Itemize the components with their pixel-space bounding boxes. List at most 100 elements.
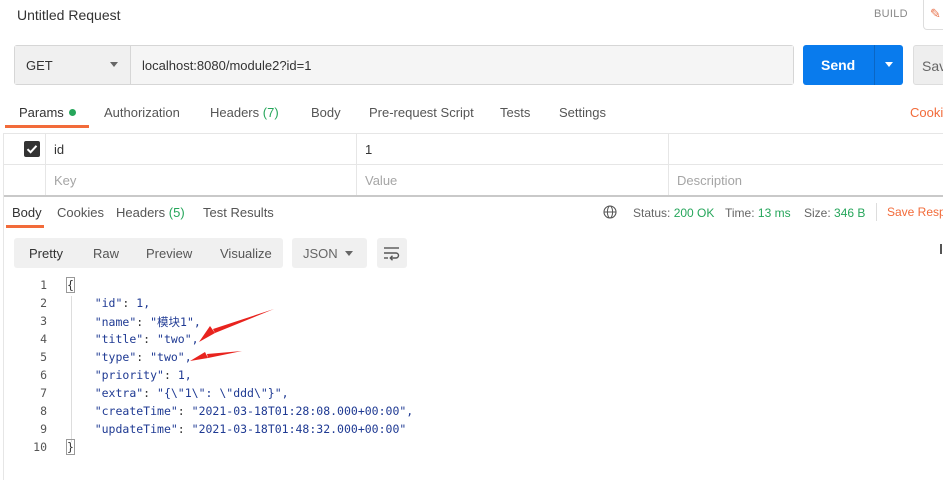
new-param-description-cell[interactable]: Description: [668, 165, 943, 196]
tab-tests-label: Tests: [500, 105, 531, 120]
size-label: Size:: [804, 206, 831, 220]
param-key: id: [54, 142, 65, 157]
value-placeholder: Value: [365, 173, 398, 188]
param-description-cell[interactable]: [668, 134, 943, 165]
resp-tab-test-results[interactable]: Test Results: [203, 205, 274, 220]
time-label: Time:: [725, 206, 755, 220]
scrollbar[interactable]: [940, 244, 942, 254]
edit-button[interactable]: ✎: [923, 0, 943, 30]
globe-icon[interactable]: [603, 205, 617, 219]
save-label: Save: [922, 58, 943, 74]
resp-tab-test-results-label: Test Results: [203, 205, 274, 220]
tab-params[interactable]: Params: [19, 105, 76, 120]
status-label: Status:: [633, 206, 671, 220]
table-row: Key Value Description: [4, 165, 943, 196]
resp-tab-body[interactable]: Body: [12, 205, 42, 220]
code-text: "name": "模块1",: [94, 315, 201, 329]
tab-settings[interactable]: Settings: [559, 105, 606, 120]
response-tabs: Body Cookies Headers (5) Test Results St…: [0, 199, 943, 228]
response-divider[interactable]: [4, 195, 943, 197]
tab-tests[interactable]: Tests: [500, 105, 530, 120]
size-readout: Size: 346 B: [804, 206, 865, 220]
params-table: id 1 Key Value Description: [4, 133, 943, 196]
code-line: 9 "updateTime": "2021-03-18T01:48:32.000…: [14, 422, 914, 440]
wrap-lines-icon: [384, 247, 400, 261]
send-label: Send: [821, 57, 856, 73]
code-text: "title": "two",: [94, 332, 199, 346]
tab-headers[interactable]: Headers (7): [210, 105, 279, 120]
save-button[interactable]: Save: [913, 45, 943, 85]
resp-tab-cookies-label: Cookies: [57, 205, 104, 220]
build-button[interactable]: BUILD: [874, 8, 908, 20]
tab-body[interactable]: Body: [311, 105, 341, 120]
resp-tab-headers[interactable]: Headers (5): [116, 205, 185, 220]
code-line: 5 "type": "two",: [14, 350, 914, 368]
param-value-cell[interactable]: 1: [356, 134, 668, 165]
line-number: 3: [40, 314, 47, 328]
time-value[interactable]: 13 ms: [758, 206, 791, 220]
code-line: 8 "createTime": "2021-03-18T01:28:08.000…: [14, 404, 914, 422]
tab-params-label: Params: [19, 105, 64, 120]
active-tab-underline: [5, 125, 89, 128]
url-input[interactable]: localhost:8080/module2?id=1: [132, 46, 793, 84]
send-button[interactable]: Send: [803, 45, 903, 85]
code-text: "type": "two",: [94, 350, 192, 364]
wrap-lines-button[interactable]: [377, 238, 407, 268]
code-text: "id": 1,: [94, 296, 151, 310]
tab-authorization-label: Authorization: [104, 105, 180, 120]
line-number: 5: [40, 350, 47, 364]
line-number: 9: [40, 422, 47, 436]
code-line: 4 "title": "two",: [14, 332, 914, 350]
param-enabled-checkbox[interactable]: [24, 141, 40, 157]
resp-tab-headers-label: Headers: [116, 205, 166, 220]
line-number: 6: [40, 368, 47, 382]
code-line: 7 "extra": "{\"1\": \"ddd\"}",: [14, 386, 914, 404]
code-line: 10}: [14, 439, 914, 458]
pencil-icon: ✎: [930, 6, 941, 21]
code-line: 3 "name": "模块1",: [14, 314, 914, 332]
line-number: 4: [40, 332, 47, 346]
status-value[interactable]: 200 OK: [674, 206, 715, 220]
cookies-link[interactable]: Cookies: [910, 105, 943, 120]
code-text: "extra": "{\"1\": \"ddd\"}",: [94, 386, 289, 400]
code-text: "priority": 1,: [94, 368, 192, 382]
format-select[interactable]: JSON: [292, 238, 367, 268]
code-text: "updateTime": "2021-03-18T01:48:32.000+0…: [94, 422, 407, 436]
view-preview-button[interactable]: Preview: [146, 246, 192, 261]
size-value[interactable]: 346 B: [834, 206, 865, 220]
param-key-cell[interactable]: id: [45, 134, 356, 165]
format-label: JSON: [303, 246, 338, 261]
request-title[interactable]: Untitled Request: [17, 7, 121, 23]
code-text: }: [66, 439, 75, 455]
send-options-chevron-icon[interactable]: [885, 62, 893, 67]
view-raw-button[interactable]: Raw: [93, 246, 119, 261]
code-text: "createTime": "2021-03-18T01:28:08.000+0…: [94, 404, 414, 418]
new-param-value-cell[interactable]: Value: [356, 165, 668, 196]
tab-settings-label: Settings: [559, 105, 606, 120]
table-row: id 1: [4, 134, 943, 165]
save-response-button[interactable]: Save Response: [887, 205, 943, 219]
request-tabs: Params Authorization Headers (7) Body Pr…: [0, 99, 943, 129]
tab-authorization[interactable]: Authorization: [104, 105, 180, 120]
tab-pre-request-script[interactable]: Pre-request Script: [369, 105, 474, 120]
request-bar: GET localhost:8080/module2?id=1: [14, 45, 794, 85]
tab-headers-count: (7): [262, 105, 279, 120]
response-body-editor[interactable]: 1{2 "id": 1, 3 "name": "模块1", 4 "title": "…: [14, 277, 914, 468]
status-divider: [876, 203, 877, 221]
view-pretty-button[interactable]: Pretty: [29, 246, 63, 261]
view-mode-toolbar: Pretty Raw Preview Visualize: [14, 238, 283, 268]
checkmark-icon: [26, 145, 38, 154]
code-text: {: [66, 277, 75, 293]
method-select[interactable]: GET: [15, 46, 131, 84]
code-line: 1{: [14, 277, 914, 296]
url-text: localhost:8080/module2?id=1: [142, 58, 312, 73]
new-param-key-cell[interactable]: Key: [45, 165, 356, 196]
line-number: 7: [40, 386, 47, 400]
view-visualize-button[interactable]: Visualize: [220, 246, 272, 261]
code-line: 2 "id": 1,: [14, 296, 914, 314]
line-number: 10: [33, 440, 47, 454]
tab-headers-label: Headers: [210, 105, 260, 120]
code-line: 6 "priority": 1,: [14, 368, 914, 386]
status-readout: Status: 200 OK: [633, 206, 714, 220]
resp-tab-cookies[interactable]: Cookies: [57, 205, 104, 220]
